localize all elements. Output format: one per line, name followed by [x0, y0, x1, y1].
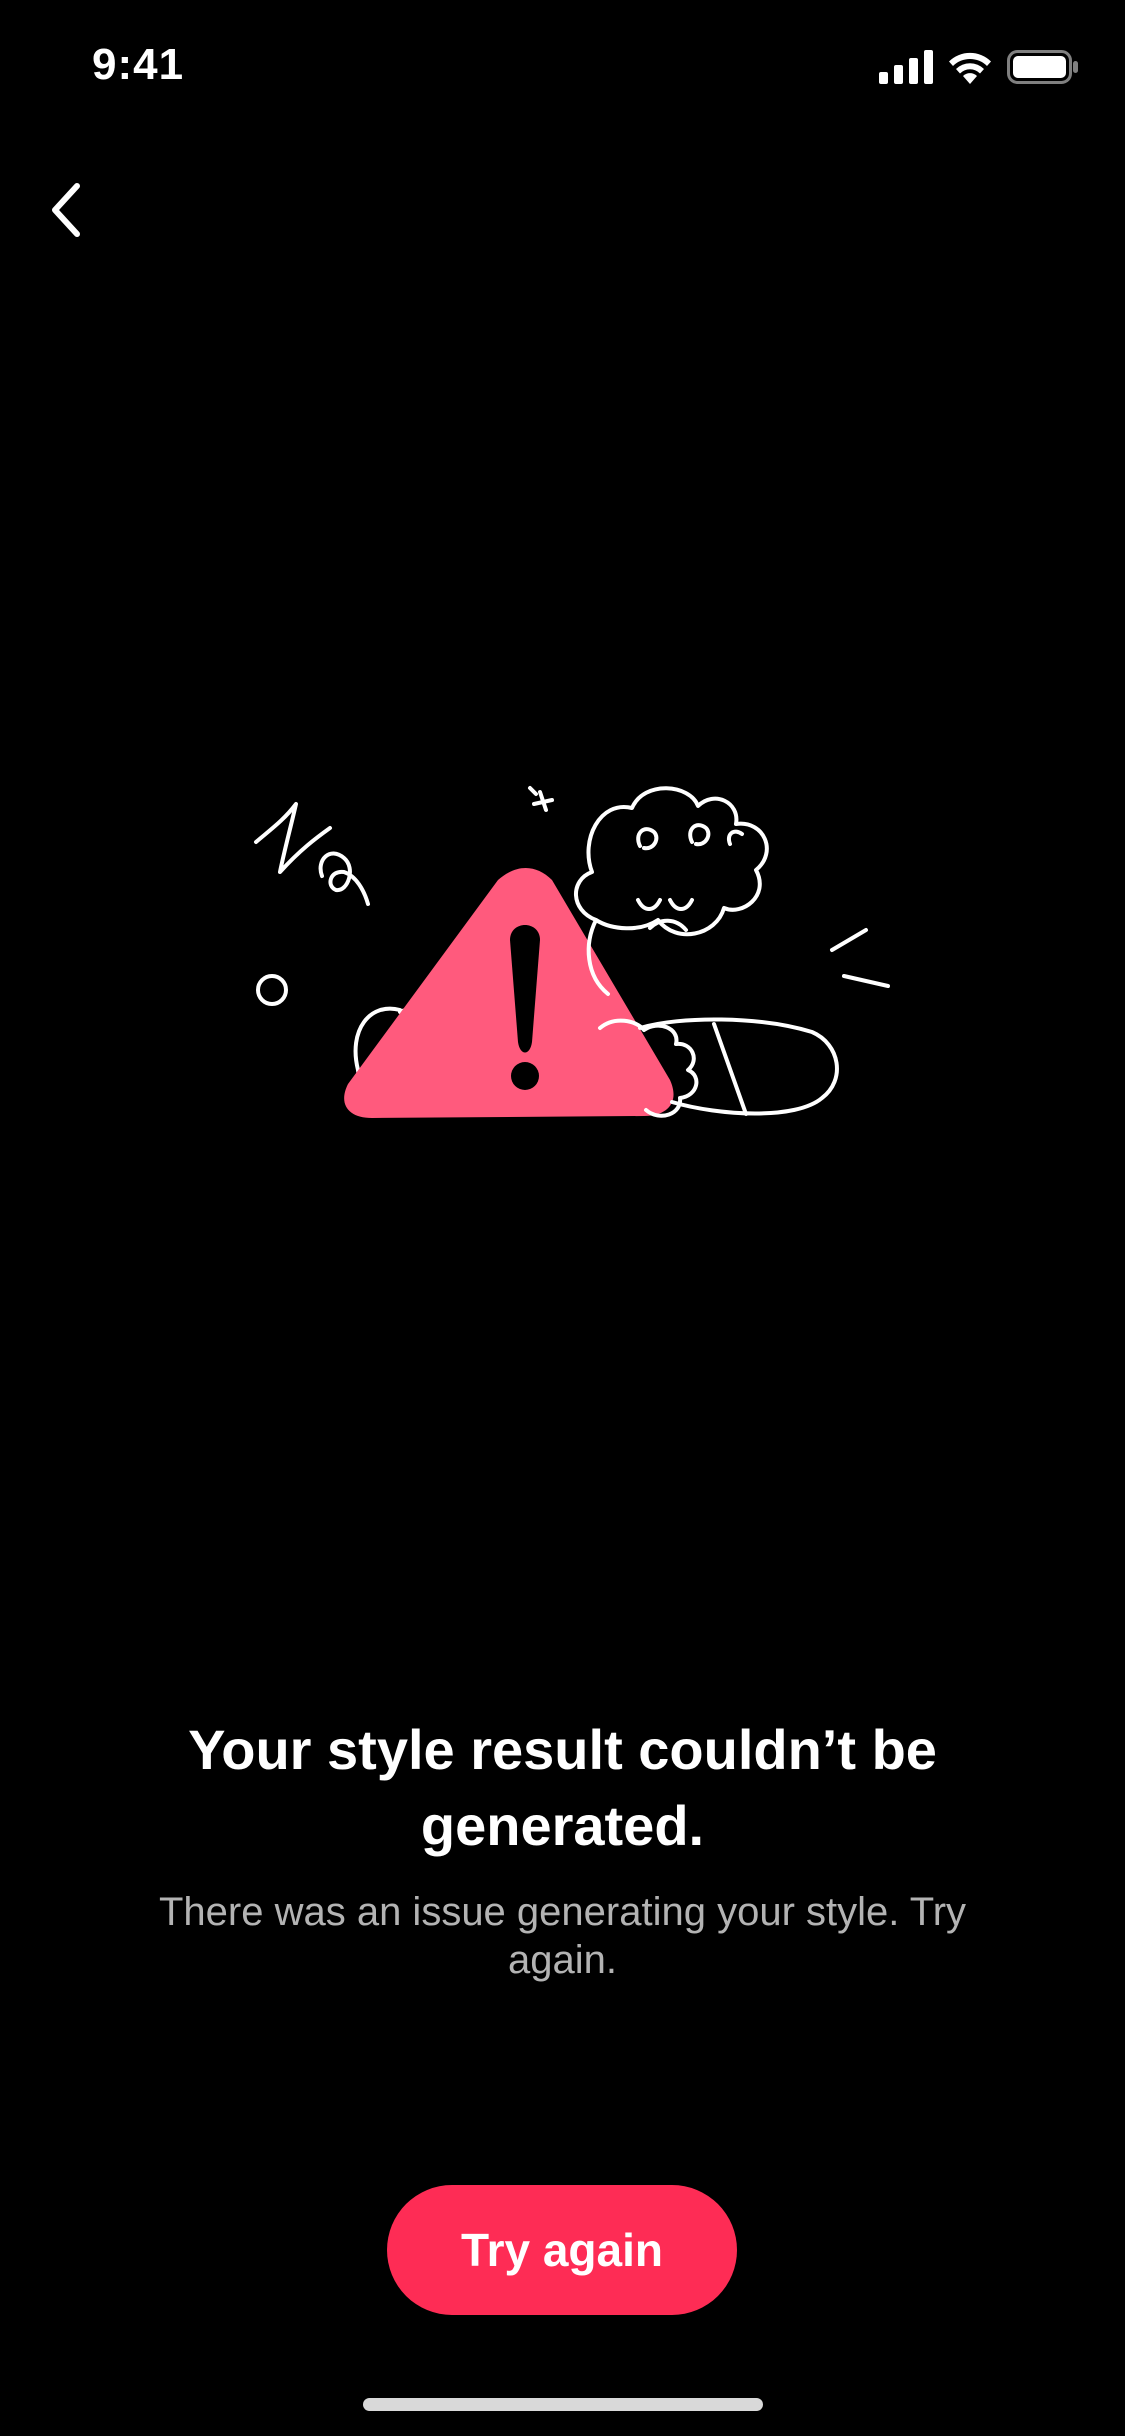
- error-title: Your style result couldn’t be generated.: [188, 1718, 937, 1857]
- battery-icon: [1007, 50, 1078, 84]
- status-time: 9:41: [92, 40, 185, 89]
- status-bar: 9:41: [0, 0, 1125, 132]
- status-icons: [879, 50, 1079, 84]
- wifi-icon: [949, 52, 991, 84]
- warning-illustration: [254, 786, 890, 1118]
- cellular-signal-icon: [879, 50, 933, 84]
- back-button[interactable]: [34, 170, 100, 250]
- try-again-button[interactable]: Try again: [387, 2185, 737, 2315]
- error-subtitle: There was an issue generating your style…: [158, 1890, 967, 1982]
- chevron-left-icon: [52, 183, 80, 237]
- home-indicator[interactable]: [363, 2398, 763, 2411]
